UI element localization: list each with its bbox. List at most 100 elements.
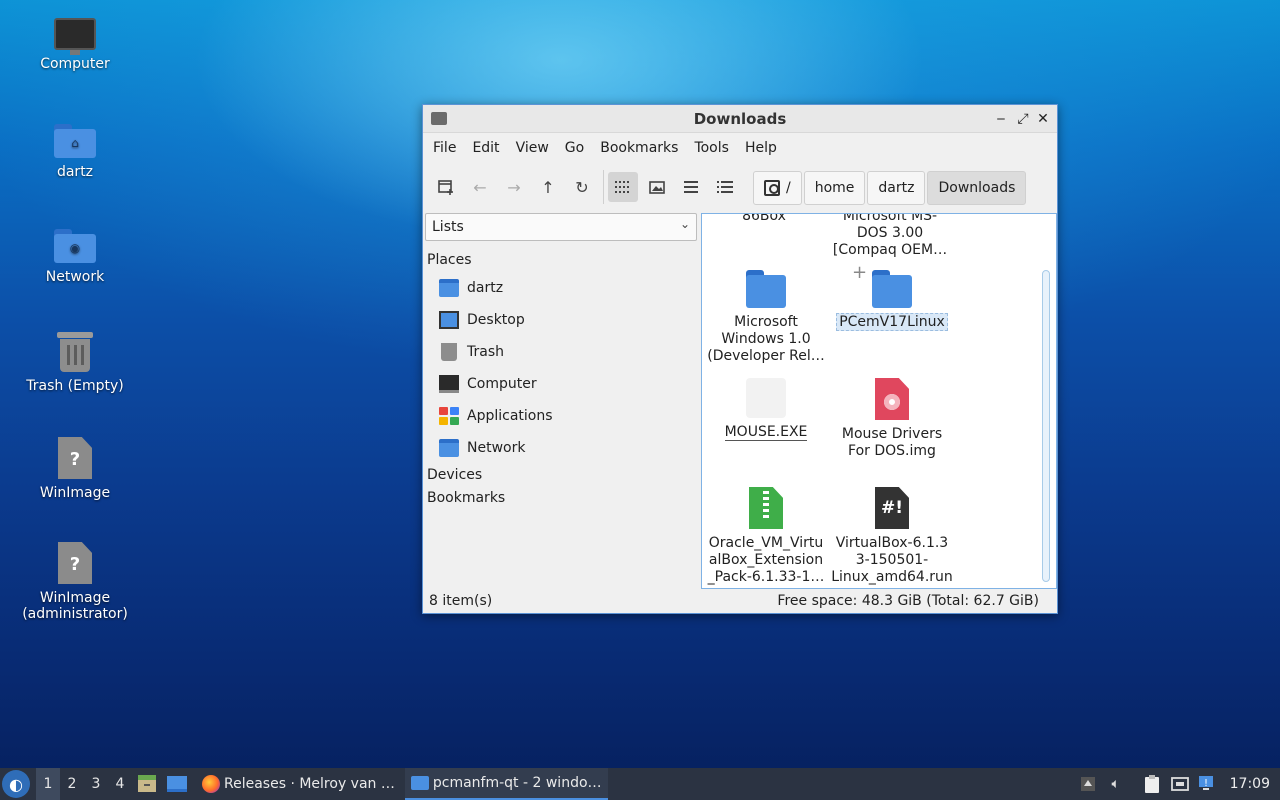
menubar: File Edit View Go Bookmarks Tools Help	[423, 133, 1057, 163]
menu-help[interactable]: Help	[737, 133, 785, 163]
sidebar-item-trash[interactable]: Trash	[425, 336, 699, 368]
desktop-icon-trash[interactable]: Trash (Empty)	[10, 332, 140, 394]
icon-grid-icon	[615, 181, 629, 193]
breadcrumb-downloads[interactable]: Downloads	[927, 171, 1027, 205]
menu-edit[interactable]: Edit	[464, 133, 507, 163]
menu-go[interactable]: Go	[557, 133, 592, 163]
titlebar[interactable]: Downloads ‒ ⤢ ✕	[423, 105, 1057, 133]
start-menu-button[interactable]: ◐	[2, 770, 30, 798]
file-label: PCemV17Linux	[836, 313, 948, 331]
new-tab-button[interactable]	[431, 172, 461, 202]
file-item-mouse-exe[interactable]: MOUSE.EXE	[704, 378, 828, 441]
task-pcmanfm[interactable]: pcmanfm-qt - 2 windo…	[404, 768, 608, 800]
sidebar-mode-select[interactable]: Lists ⌄	[425, 213, 697, 241]
workspace-2[interactable]: 2	[60, 768, 84, 800]
script-icon: #!	[875, 487, 909, 529]
back-button[interactable]: ←	[465, 172, 495, 202]
sidebar-item-network[interactable]: Network	[425, 432, 699, 464]
desktop-icon	[167, 776, 187, 792]
network-folder-icon: ◉	[54, 229, 96, 263]
sidebar-mode-value: Lists	[432, 219, 464, 235]
breadcrumb-root[interactable]: /	[753, 171, 802, 205]
desktop-icon-label: Computer	[40, 56, 110, 72]
desktop-icon-label: Network	[45, 269, 105, 285]
maximize-button[interactable]: ⤢	[1013, 109, 1033, 129]
show-desktop-button[interactable]	[164, 771, 190, 797]
clock[interactable]: 17:09	[1222, 776, 1280, 792]
desktop-icon-winimage-admin[interactable]: ? WinImage (administrator)	[10, 542, 140, 622]
reload-icon: ↻	[575, 177, 589, 197]
thumbnail-view-button[interactable]	[642, 172, 672, 202]
update-notifier-icon[interactable]: !	[1197, 773, 1219, 795]
desktop-icon-label: WinImage	[39, 485, 111, 501]
folder-icon	[746, 270, 786, 308]
forward-button[interactable]: →	[499, 172, 529, 202]
volume-icon[interactable]: 🔈︎	[1105, 773, 1127, 795]
up-button[interactable]: ↑	[533, 172, 563, 202]
arrow-left-icon: ←	[473, 177, 487, 197]
trash-icon	[57, 332, 93, 372]
compact-view-button[interactable]	[676, 172, 706, 202]
toolbar: ← → ↑ ↻ / home dartz Downloads	[423, 163, 1057, 211]
sidebar-item-desktop[interactable]: Desktop	[425, 304, 699, 336]
menu-file[interactable]: File	[425, 133, 464, 163]
workspace-1[interactable]: 1	[36, 768, 60, 800]
applications-icon	[439, 407, 459, 425]
detail-list-icon	[717, 181, 733, 193]
breadcrumb-dartz[interactable]: dartz	[867, 171, 926, 205]
file-label: 3-150501-	[855, 552, 929, 568]
drive-icon	[764, 180, 780, 196]
sidebar-item-computer[interactable]: Computer	[425, 368, 699, 400]
close-button[interactable]: ✕	[1033, 109, 1053, 129]
file-manager-launcher[interactable]	[134, 771, 160, 797]
sidebar-item-applications[interactable]: Applications	[425, 400, 699, 432]
file-label: Microsoft	[734, 314, 798, 330]
bookmarks-heading[interactable]: Bookmarks	[425, 487, 699, 510]
toolbar-separator	[603, 170, 604, 204]
desktop-icon	[439, 311, 459, 329]
desktop-icon-home[interactable]: ⌂ dartz	[10, 124, 140, 180]
desktop-icon-label: WinImage (administrator)	[22, 590, 128, 622]
file-item-ms-dos[interactable]: Microsoft MS- DOS 3.00 [Compaq OEM…	[828, 213, 952, 259]
task-firefox[interactable]: Releases · Melroy van …	[196, 768, 401, 800]
file-label: Microsoft MS-	[842, 213, 938, 224]
network-icon[interactable]	[1169, 773, 1191, 795]
file-item-mouse-drivers[interactable]: Mouse Drivers For DOS.img	[830, 378, 954, 460]
disc-image-icon	[875, 378, 909, 420]
breadcrumb: / home dartz Downloads	[753, 171, 1028, 205]
desktop-icon-label: dartz	[56, 164, 94, 180]
tray-up-arrow-icon[interactable]	[1077, 773, 1099, 795]
sidebar-item-home[interactable]: dartz	[425, 272, 699, 304]
scrollbar[interactable]	[1042, 270, 1050, 582]
svg-text:!: !	[1204, 778, 1208, 789]
workspace-4[interactable]: 4	[108, 768, 132, 800]
menu-tools[interactable]: Tools	[686, 133, 737, 163]
file-item-pcem[interactable]: + PCemV17Linux	[830, 264, 954, 331]
devices-heading[interactable]: Devices	[425, 464, 699, 487]
home-folder-icon: ⌂	[54, 124, 96, 158]
file-item-86box[interactable]: 86Box	[702, 214, 826, 225]
sidebar-item-label: Network	[467, 440, 526, 456]
system-tray: 🔈︎ ! 17:09	[1074, 768, 1280, 800]
detailed-list-view-button[interactable]	[710, 172, 740, 202]
file-item-windows-1[interactable]: Microsoft Windows 1.0 (Developer Rel…	[704, 270, 828, 365]
file-view[interactable]: 86Box Microsoft MS- DOS 3.00 [Compaq OEM…	[701, 213, 1057, 589]
file-label: MOUSE.EXE	[724, 424, 808, 441]
file-item-vbox-extpack[interactable]: Oracle_VM_Virtu alBox_Extension _Pack-6.…	[704, 487, 828, 586]
desktop-icon-network[interactable]: ◉ Network	[10, 229, 140, 285]
icon-view-button[interactable]	[608, 172, 638, 202]
workspace-3[interactable]: 3	[84, 768, 108, 800]
file-item-vbox-run[interactable]: #! VirtualBox-6.1.3 3-150501- Linux_amd6…	[830, 487, 954, 586]
places-heading[interactable]: Places	[425, 249, 699, 272]
breadcrumb-home[interactable]: home	[803, 171, 866, 205]
desktop-icon-winimage[interactable]: ? WinImage	[10, 437, 140, 501]
menu-view[interactable]: View	[508, 133, 557, 163]
minimize-button[interactable]: ‒	[991, 109, 1011, 129]
desktop-icon-computer[interactable]: Computer	[10, 18, 140, 72]
menu-bookmarks[interactable]: Bookmarks	[592, 133, 686, 163]
file-label: Oracle_VM_Virtu	[708, 535, 824, 551]
network-folder-icon	[439, 439, 459, 457]
reload-button[interactable]: ↻	[567, 172, 597, 202]
task-label: pcmanfm-qt - 2 windo…	[432, 775, 602, 791]
clipboard-icon[interactable]	[1141, 773, 1163, 795]
